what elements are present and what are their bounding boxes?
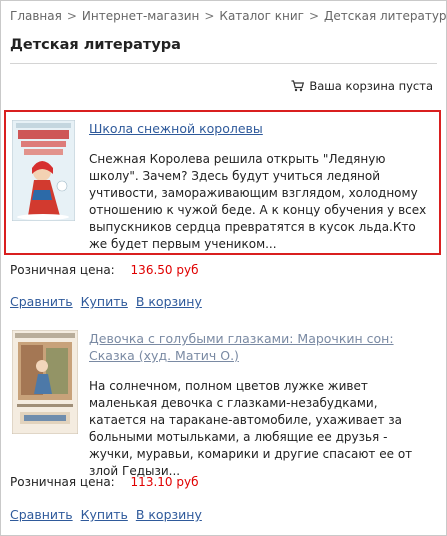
product-actions: Сравнить Купить В корзину <box>10 507 206 522</box>
breadcrumb-separator: > <box>308 9 320 23</box>
product-description: На солнечном, полном цветов лужке живет … <box>89 379 413 478</box>
price-label: Розничная цена: <box>10 263 115 277</box>
buy-link[interactable]: Купить <box>81 507 128 522</box>
breadcrumb-separator: > <box>66 9 77 23</box>
price-value: 113.10 руб <box>130 475 199 489</box>
price-label: Розничная цена: <box>10 475 115 489</box>
breadcrumb-catalog[interactable]: Каталог книг <box>219 9 304 23</box>
breadcrumb-current: Детская литература <box>324 9 447 23</box>
breadcrumb: Главная > Интернет-магазин > Каталог книг > Де… <box>10 9 447 23</box>
breadcrumb-home[interactable]: Главная <box>10 9 62 23</box>
breadcrumb-separator: > <box>204 9 215 23</box>
book-cover-image[interactable] <box>12 120 75 221</box>
cart-status-text: Ваша корзина пуста <box>309 79 433 93</box>
compare-link[interactable]: Сравнить <box>10 294 73 309</box>
price-value: 136.50 руб <box>130 263 199 277</box>
compare-link[interactable]: Сравнить <box>10 507 73 522</box>
add-to-cart-link[interactable]: В корзину <box>136 507 202 522</box>
product-description: Снежная Королева решила открыть "Ледяную… <box>89 152 427 251</box>
breadcrumb-shop[interactable]: Интернет-магазин <box>82 9 199 23</box>
title-divider <box>10 63 437 64</box>
add-to-cart-link[interactable]: В корзину <box>136 294 202 309</box>
price-row: Розничная цена: 113.10 руб <box>10 475 198 489</box>
buy-link[interactable]: Купить <box>81 294 128 309</box>
book-cover-image[interactable] <box>12 330 78 434</box>
product-title-link[interactable]: Девочка с голубыми глазками: Марочкин со… <box>89 330 419 364</box>
cart-status[interactable]: Ваша корзина пуста <box>291 79 433 93</box>
price-row: Розничная цена: 136.50 руб <box>10 263 198 277</box>
product-actions: Сравнить Купить В корзину <box>10 294 206 309</box>
cart-icon <box>291 80 305 92</box>
product-title-link[interactable]: Школа снежной королевы <box>89 120 419 137</box>
page-title: Детская литература <box>10 37 181 53</box>
